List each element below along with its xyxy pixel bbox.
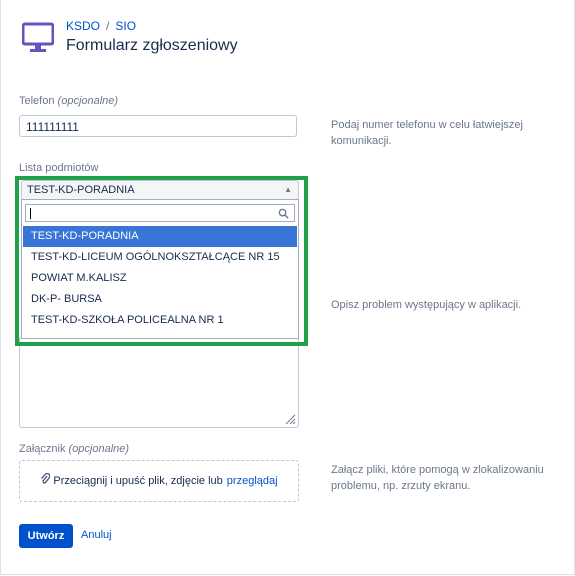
entities-option[interactable]: TEST-KD-PORADNIA [23,226,297,247]
text-caret [30,208,31,219]
breadcrumb: KSDO / SIO [66,19,136,33]
phone-optional-text: (opcjonalne) [57,95,119,107]
breadcrumb-sio[interactable]: SIO [115,19,136,33]
attachment-help: Załącz pliki, które pomogą w zlokalizowa… [331,464,544,492]
page-title: Formularz zgłoszeniowy [66,37,238,54]
entities-option[interactable]: DK-P- BURSA [23,289,297,310]
entities-option[interactable]: TEST-KD-LICEUM OGÓLNOKSZTAŁCĄCE NR 15 [23,247,297,268]
phone-input[interactable]: 111111111 [19,115,297,137]
browse-link[interactable]: przeglądaj [227,475,278,487]
attachment-dropzone[interactable]: Przeciągnij i upuść plik, zdjęcie lub prz… [19,460,299,502]
create-button[interactable]: Utwórz [19,524,73,548]
breadcrumb-separator: / [106,19,110,33]
description-textarea[interactable] [19,336,299,428]
attachment-label-text: Załącznik [19,443,66,455]
breadcrumb-ksdo[interactable]: KSDO [66,19,100,33]
description-help: Opisz problem występujący w aplikacji. [331,299,522,311]
chevron-up-icon: ▲ [284,185,292,194]
entities-dropdown: TEST-KD-PORADNIA TEST-KD-LICEUM OGÓLNOKS… [21,199,299,339]
monitor-icon [22,22,54,52]
phone-help: Podaj numer telefonu w celu łatwiejszej … [331,119,523,147]
entities-options: TEST-KD-PORADNIA TEST-KD-LICEUM OGÓLNOKS… [23,226,297,331]
phone-label: Telefon (opcjonalne) [19,95,118,107]
paperclip-icon [41,473,51,484]
entities-search-input[interactable] [25,204,295,222]
entities-select[interactable]: TEST-KD-PORADNIA ▲ [21,180,299,200]
entities-label: Lista podmiotów [19,162,99,174]
attachment-optional-text: (opcjonalne) [68,443,130,455]
phone-label-text: Telefon [19,95,55,107]
cancel-link[interactable]: Anuluj [81,529,112,541]
resize-grip-icon[interactable] [284,413,296,425]
search-icon [278,208,289,219]
entities-option[interactable]: TEST-KD-SZKOŁA POLICEALNA NR 1 [23,310,297,331]
entities-option[interactable]: POWIAT M.KALISZ [23,268,297,289]
entities-selected-value: TEST-KD-PORADNIA [27,184,135,196]
dropzone-text: Przeciągnij i upuść plik, zdjęcie lub [53,475,223,487]
attachment-label: Załącznik (opcjonalne) [19,443,129,455]
